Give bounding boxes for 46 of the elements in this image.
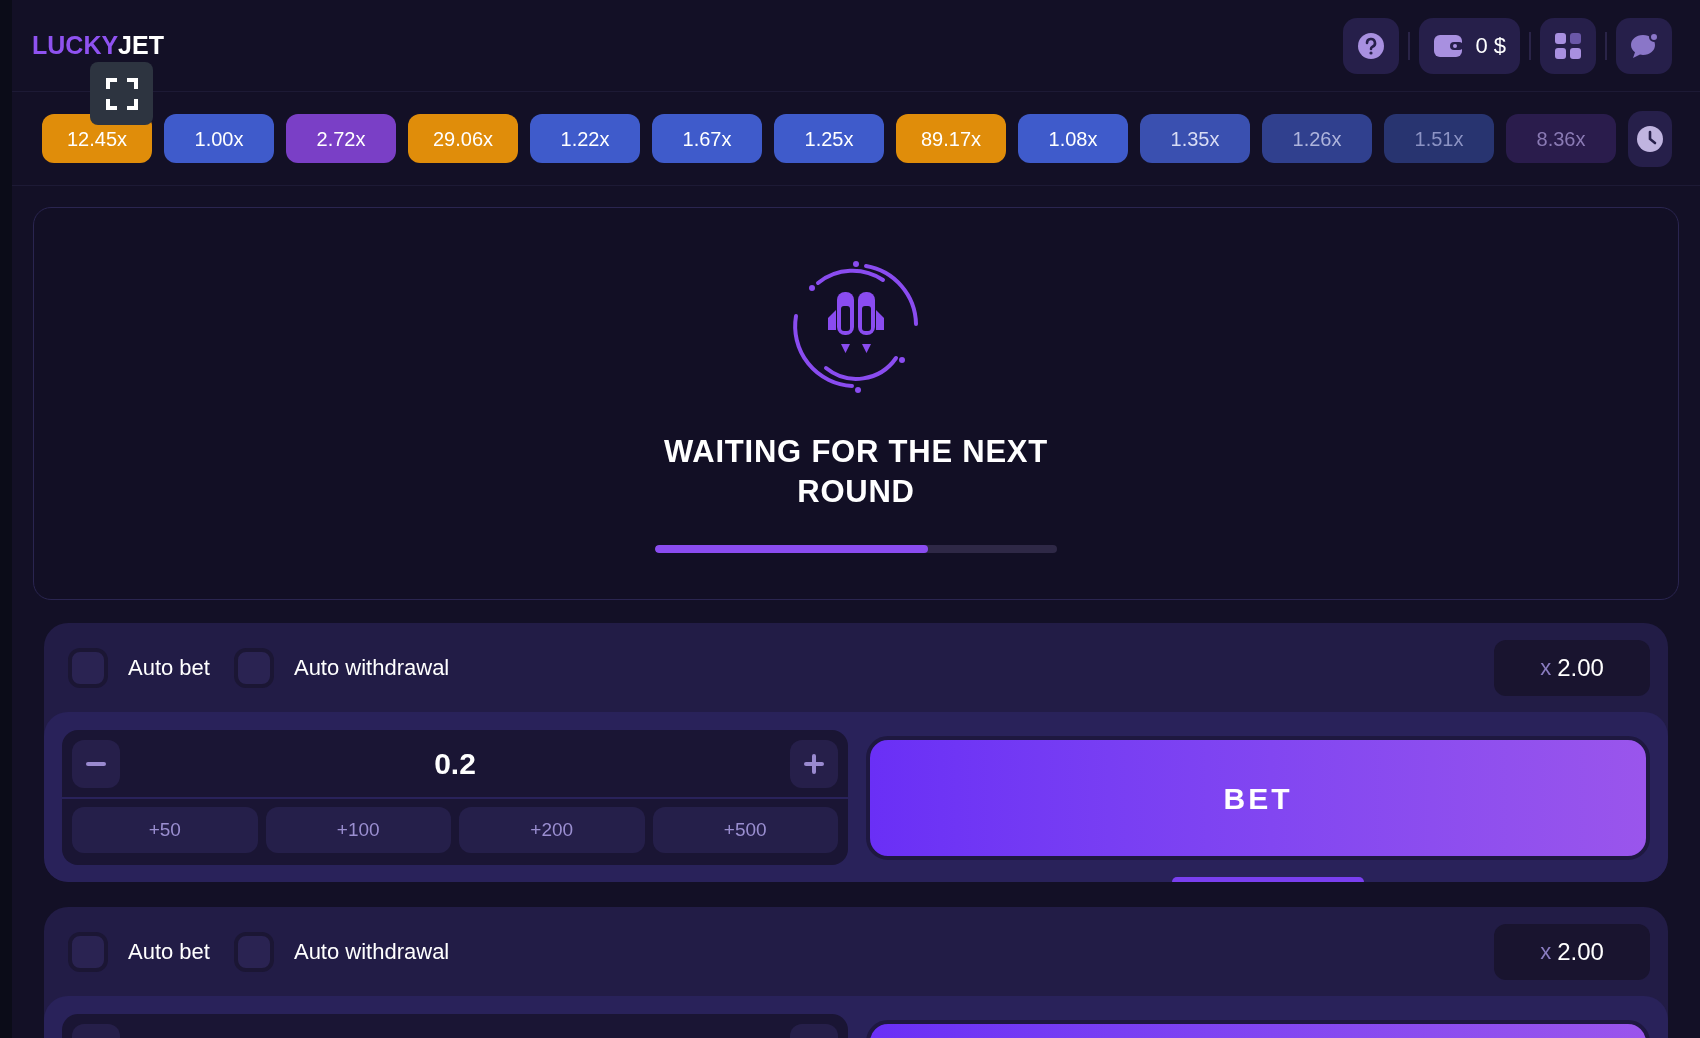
multiplier-chip: 89.17x: [896, 114, 1006, 163]
multiplier-chip: 8.36x: [1506, 114, 1616, 163]
chat-bubble-icon: [1629, 31, 1659, 60]
toggle-checkbox[interactable]: [68, 931, 108, 972]
help-button[interactable]: [1343, 17, 1400, 74]
toggle-checkbox[interactable]: [233, 931, 274, 972]
decrease-button[interactable]: [72, 739, 120, 788]
history-button[interactable]: [1628, 110, 1672, 167]
multiplier-chip: 1.22x: [530, 114, 640, 163]
multiplier-chip: 1.67x: [652, 114, 762, 163]
toggle-label: Auto withdrawal: [293, 654, 450, 682]
fullscreen-icon: [105, 77, 138, 110]
lucky-jet-logo: LUCKYJET: [32, 33, 164, 58]
balance-button[interactable]: 0 $: [1419, 17, 1520, 74]
multiplier-chip: 1.00x: [164, 114, 274, 163]
status-text: WAITING FOR THE NEXT ROUND: [662, 433, 1050, 511]
question-icon: [1357, 31, 1386, 60]
multiplier-chip: 1.25x: [774, 114, 884, 163]
toggle-label: Auto withdrawal: [293, 938, 450, 966]
increase-button[interactable]: [790, 739, 838, 788]
multiplier-chip: 29.06x: [408, 114, 518, 163]
multiplier-chip: 1.08x: [1018, 114, 1128, 163]
multiplier-chip: 1.51x: [1384, 114, 1494, 163]
multiplier-chip: 1.26x: [1262, 114, 1372, 163]
clock-icon: [1636, 124, 1664, 153]
quick-add-button[interactable]: +100: [265, 807, 451, 853]
bet-button[interactable]: BET: [866, 736, 1650, 860]
fullscreen-button[interactable]: [90, 62, 153, 125]
multiplier-chip: 2.72x: [286, 114, 396, 163]
multiplier-chip: 1.35x: [1140, 114, 1250, 163]
plus-icon: [804, 753, 824, 774]
toggle-label: Auto bet: [128, 938, 210, 966]
auto-cashout-field[interactable]: x 2.00: [1494, 639, 1650, 696]
quick-add-button[interactable]: +50: [72, 807, 258, 853]
games-menu-button[interactable]: [1540, 17, 1596, 74]
quick-add-button[interactable]: +500: [652, 807, 838, 853]
toggle-label: Auto bet: [128, 654, 210, 682]
wallet-icon: [1433, 32, 1464, 59]
minus-icon: [86, 761, 106, 766]
auto-cashout-field[interactable]: x 2.00: [1494, 923, 1650, 980]
quick-add-button[interactable]: +200: [459, 807, 645, 853]
grid-icon: [1554, 31, 1582, 60]
toggle-checkbox[interactable]: [233, 647, 274, 688]
toggle-checkbox[interactable]: [68, 647, 108, 688]
bet-amount-field[interactable]: 0.2: [434, 741, 476, 786]
chat-button[interactable]: [1616, 17, 1672, 74]
